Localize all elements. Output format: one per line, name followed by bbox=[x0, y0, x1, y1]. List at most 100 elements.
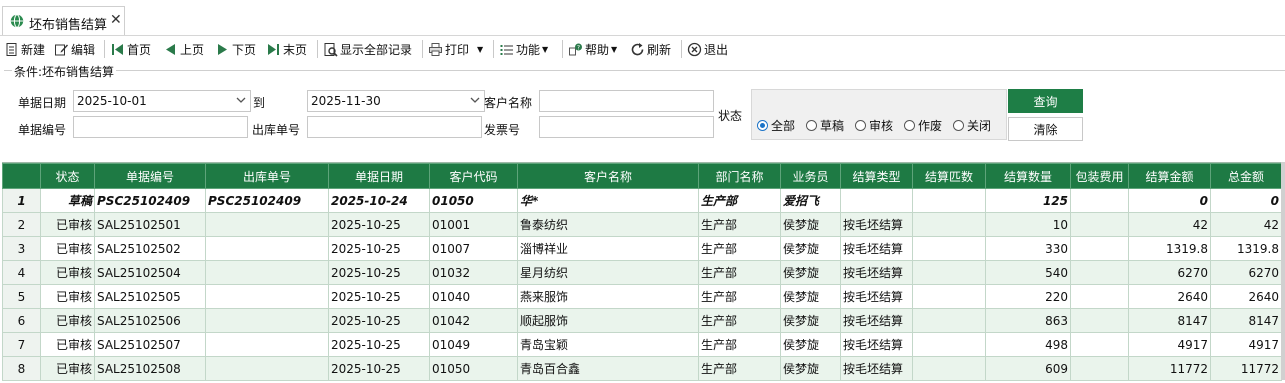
row-number-cell[interactable]: 4 bbox=[2, 260, 41, 285]
cell-doc-no[interactable]: SAL25102505 bbox=[94, 284, 206, 309]
cell-qty[interactable]: 863 bbox=[985, 308, 1071, 333]
exit-button[interactable]: 退出 bbox=[687, 39, 728, 59]
cell-dept[interactable]: 生产部 bbox=[698, 260, 781, 285]
table-row[interactable]: 3 已审核 SAL25102502 2025-10-25 01007 淄博祥业 生产部 侯梦旋… bbox=[2, 236, 1282, 261]
column-header[interactable]: 结算匹数 bbox=[912, 163, 986, 189]
cell-cust-name[interactable]: 燕来服饰 bbox=[517, 284, 699, 309]
cell-total[interactable]: 11772 bbox=[1210, 356, 1282, 381]
cell-dept[interactable]: 生产部 bbox=[698, 188, 781, 213]
cell-outbound-no[interactable] bbox=[205, 212, 329, 237]
column-header[interactable]: 客户代码 bbox=[429, 163, 518, 189]
cell-status[interactable]: 已审核 bbox=[40, 284, 95, 309]
row-number-cell[interactable]: 6 bbox=[2, 308, 41, 333]
cell-cust-code[interactable]: 01050 bbox=[429, 356, 518, 381]
cell-settle-type[interactable]: 按毛坯结算 bbox=[840, 212, 913, 237]
cell-cust-name[interactable]: 星月纺织 bbox=[517, 260, 699, 285]
cell-pack-fee[interactable] bbox=[1070, 308, 1129, 333]
cell-pack-fee[interactable] bbox=[1070, 332, 1129, 357]
column-header[interactable]: 客户名称 bbox=[517, 163, 699, 189]
cell-date[interactable]: 2025-10-25 bbox=[328, 212, 430, 237]
table-row[interactable]: 2 已审核 SAL25102501 2025-10-25 01001 鲁泰纺织 生产部 侯梦旋… bbox=[2, 212, 1282, 237]
cell-pieces[interactable] bbox=[912, 260, 986, 285]
cell-qty[interactable]: 125 bbox=[985, 188, 1071, 213]
cell-total[interactable]: 1319.8 bbox=[1210, 236, 1282, 261]
cell-cust-name[interactable]: 青岛百合鑫 bbox=[517, 356, 699, 381]
column-header[interactable]: 结算数量 bbox=[985, 163, 1071, 189]
cell-date[interactable]: 2025-10-25 bbox=[328, 236, 430, 261]
show-all-records-button[interactable]: 显示全部记录 bbox=[323, 39, 412, 59]
cell-amount[interactable]: 4917 bbox=[1128, 332, 1211, 357]
cell-amount[interactable]: 42 bbox=[1128, 212, 1211, 237]
row-number-cell[interactable]: 2 bbox=[2, 212, 41, 237]
cell-outbound-no[interactable] bbox=[205, 284, 329, 309]
tab-close-icon[interactable]: ✕ bbox=[110, 12, 122, 28]
cell-doc-no[interactable]: SAL25102501 bbox=[94, 212, 206, 237]
column-header[interactable]: 包装费用 bbox=[1070, 163, 1129, 189]
cell-date[interactable]: 2025-10-25 bbox=[328, 308, 430, 333]
cell-date[interactable]: 2025-10-25 bbox=[328, 332, 430, 357]
cell-qty[interactable]: 609 bbox=[985, 356, 1071, 381]
cell-total[interactable]: 0 bbox=[1210, 188, 1282, 213]
clear-button[interactable]: 清除 bbox=[1008, 117, 1083, 141]
next-page-button[interactable]: 下页 bbox=[215, 39, 256, 59]
cell-salesman[interactable]: 侯梦旋 bbox=[780, 332, 841, 357]
cell-outbound-no[interactable] bbox=[205, 332, 329, 357]
cell-qty[interactable]: 220 bbox=[985, 284, 1071, 309]
cell-pack-fee[interactable] bbox=[1070, 212, 1129, 237]
tab-settlement[interactable]: 坯布销售结算 ✕ bbox=[2, 6, 125, 35]
column-header[interactable]: 业务员 bbox=[780, 163, 841, 189]
cell-cust-name[interactable]: 青岛宝颖 bbox=[517, 332, 699, 357]
cell-amount[interactable]: 0 bbox=[1128, 188, 1211, 213]
cell-settle-type[interactable]: 按毛坯结算 bbox=[840, 260, 913, 285]
cell-pieces[interactable] bbox=[912, 356, 986, 381]
cell-qty[interactable]: 540 bbox=[985, 260, 1071, 285]
cell-salesman[interactable]: 侯梦旋 bbox=[780, 356, 841, 381]
cell-cust-code[interactable]: 01050 bbox=[429, 188, 518, 213]
table-row[interactable]: 8 已审核 SAL25102508 2025-10-25 01050 青岛百合鑫 生产部 侯梦… bbox=[2, 356, 1282, 381]
cell-pieces[interactable] bbox=[912, 188, 986, 213]
cell-doc-no[interactable]: SAL25102506 bbox=[94, 308, 206, 333]
cell-qty[interactable]: 498 bbox=[985, 332, 1071, 357]
date-to-picker[interactable]: 2025-11-30 bbox=[307, 90, 485, 112]
row-number-cell[interactable]: 5 bbox=[2, 284, 41, 309]
cell-doc-no[interactable]: SAL25102504 bbox=[94, 260, 206, 285]
cell-amount[interactable]: 6270 bbox=[1128, 260, 1211, 285]
cell-pack-fee[interactable] bbox=[1070, 284, 1129, 309]
cell-outbound-no[interactable] bbox=[205, 308, 329, 333]
cell-pieces[interactable] bbox=[912, 332, 986, 357]
column-header[interactable]: 出库单号 bbox=[205, 163, 329, 189]
cell-pack-fee[interactable] bbox=[1070, 260, 1129, 285]
cell-date[interactable]: 2025-10-25 bbox=[328, 284, 430, 309]
edit-button[interactable]: 编辑 bbox=[54, 39, 95, 59]
cell-status[interactable]: 已审核 bbox=[40, 236, 95, 261]
cell-salesman[interactable]: 侯梦旋 bbox=[780, 284, 841, 309]
customer-name-input[interactable] bbox=[539, 90, 714, 112]
cell-salesman[interactable]: 侯梦旋 bbox=[780, 212, 841, 237]
cell-date[interactable]: 2025-10-25 bbox=[328, 260, 430, 285]
outbound-no-input[interactable] bbox=[307, 116, 482, 138]
cell-settle-type[interactable]: 按毛坯结算 bbox=[840, 308, 913, 333]
cell-status[interactable]: 已审核 bbox=[40, 260, 95, 285]
cell-doc-no[interactable]: SAL25102507 bbox=[94, 332, 206, 357]
cell-date[interactable]: 2025-10-24 bbox=[328, 188, 430, 213]
cell-pieces[interactable] bbox=[912, 284, 986, 309]
cell-settle-type[interactable]: 按毛坯结算 bbox=[840, 236, 913, 261]
cell-salesman[interactable]: 爱招飞 bbox=[780, 188, 841, 213]
status-radio-all[interactable]: 全部 bbox=[757, 117, 795, 134]
customer-name-field[interactable] bbox=[543, 91, 713, 111]
cell-salesman[interactable]: 侯梦旋 bbox=[780, 236, 841, 261]
cell-dept[interactable]: 生产部 bbox=[698, 356, 781, 381]
doc-no-input[interactable] bbox=[73, 116, 248, 138]
column-header[interactable]: 部门名称 bbox=[698, 163, 781, 189]
table-row[interactable]: 1 草稿 PSC25102409 PSC25102409 2025-10-24 01050… bbox=[2, 188, 1282, 213]
cell-settle-type[interactable]: 按毛坯结算 bbox=[840, 332, 913, 357]
cell-cust-name[interactable]: 顺起服饰 bbox=[517, 308, 699, 333]
row-number-cell[interactable]: 8 bbox=[2, 356, 41, 381]
status-radio-draft[interactable]: 草稿 bbox=[806, 117, 844, 134]
cell-status[interactable]: 已审核 bbox=[40, 356, 95, 381]
cell-settle-type[interactable] bbox=[840, 188, 913, 213]
column-header[interactable]: 状态 bbox=[40, 163, 95, 189]
cell-status[interactable]: 草稿 bbox=[40, 188, 95, 213]
cell-date[interactable]: 2025-10-25 bbox=[328, 356, 430, 381]
cell-cust-code[interactable]: 01007 bbox=[429, 236, 518, 261]
